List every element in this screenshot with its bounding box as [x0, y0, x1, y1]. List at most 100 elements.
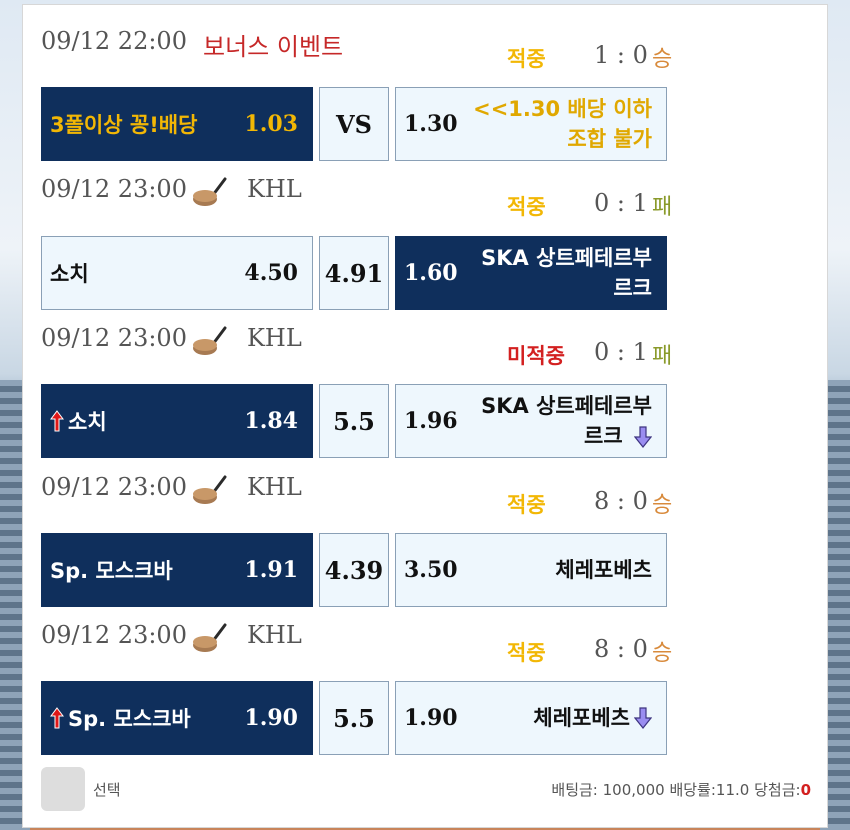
league-name: KHL	[247, 175, 302, 203]
away-team-line1: SKA 상트페테르부	[481, 394, 652, 418]
select-label: 선택	[93, 781, 121, 799]
home-team-name: 소치	[50, 262, 89, 286]
away-pick-button[interactable]: 3.50 체레포베츠	[395, 533, 667, 607]
hockey-stick-icon	[193, 623, 227, 652]
home-team-name: Sp. 모스크바	[50, 559, 173, 583]
home-odd: 4.50	[244, 260, 298, 286]
game-score: 8 : 0	[594, 487, 648, 515]
bonus-event-label: 보너스 이벤트	[203, 33, 344, 61]
away-team-name: 체레포베츠	[533, 706, 630, 730]
away-odd: 1.30	[404, 111, 458, 137]
purple-down-arrow-icon	[634, 707, 652, 729]
game-time: 09/12 23:00	[41, 621, 187, 649]
away-pick-button[interactable]: 1.90 체레포베츠	[395, 681, 667, 755]
draw-odd: 4.91	[324, 258, 384, 288]
home-odd: 1.03	[244, 111, 298, 137]
game-outcome: 승	[652, 641, 673, 666]
bet-row: 소치 1.84 5.5 1.96 SKA 상트페테르부 르크	[41, 384, 811, 462]
red-up-arrow-icon	[50, 707, 64, 729]
game-outcome: 패	[652, 344, 673, 369]
game-outcome: 승	[652, 493, 673, 518]
away-note-line1: <<1.30 배당 이하	[473, 97, 652, 121]
away-team-line2: 르크	[584, 424, 623, 448]
select-checkbox[interactable]	[41, 767, 85, 811]
hockey-stick-icon	[193, 475, 227, 504]
away-odd: 1.90	[404, 705, 458, 731]
home-pick-button[interactable]: Sp. 모스크바 1.90	[41, 681, 313, 755]
payout-value: 0	[800, 781, 811, 799]
game-outcome: 패	[652, 195, 673, 220]
home-odd: 1.90	[244, 705, 298, 731]
result-status: 미적중	[507, 344, 565, 368]
hockey-stick-icon	[193, 326, 227, 355]
away-team: 체레포베츠	[452, 682, 652, 754]
handicap-line: 5.5	[333, 703, 375, 733]
away-pick-button[interactable]: 1.96 SKA 상트페테르부 르크	[395, 384, 667, 458]
home-team-name: Sp. 모스크바	[68, 707, 191, 731]
game-header: 09/12 23:00 KHL 적중 8 : 0 승	[41, 621, 811, 666]
draw-pick-button[interactable]: 4.91	[319, 236, 389, 310]
bet-row: 3폴이상 꽁!배당 1.03 VS 1.30 <<1.30 배당 이하 조합 불…	[41, 87, 811, 165]
away-team-line1: SKA 상트페테르부	[481, 246, 652, 270]
result-status: 적중	[507, 641, 546, 665]
result-status: 적중	[507, 493, 546, 517]
vs-label: VS	[336, 109, 372, 139]
bet-row: Sp. 모스크바 1.90 5.5 1.90 체레포베츠	[41, 681, 811, 759]
game-score: 8 : 0	[594, 635, 648, 663]
result-status: 적중	[507, 195, 546, 219]
game-header: 09/12 22:00 보너스 이벤트 적중 1 : 0 승	[41, 27, 811, 72]
home-odd: 1.84	[244, 408, 298, 434]
home-team-name: 소치	[68, 410, 107, 434]
league-name: KHL	[247, 621, 302, 649]
handicap-value[interactable]: 5.5	[319, 384, 389, 458]
game-header: 09/12 23:00 KHL 미적중 0 : 1 패	[41, 324, 811, 369]
away-pick-button[interactable]: 1.60 SKA 상트페테르부 르크	[395, 236, 667, 310]
away-odd: 3.50	[404, 557, 458, 583]
game-outcome: 승	[652, 47, 673, 72]
away-odd: 1.96	[404, 408, 458, 434]
home-pick-button[interactable]: 소치 4.50	[41, 236, 313, 310]
league-name: KHL	[247, 473, 302, 501]
bet-amount: 배팅금: 100,000	[551, 781, 665, 799]
home-pick-button[interactable]: 3폴이상 꽁!배당 1.03	[41, 87, 313, 161]
away-note-line2: 조합 불가	[567, 127, 652, 151]
bet-summary: 배팅금: 100,000 배당률:11.0 당첨금:0	[551, 779, 811, 800]
away-team-name: SKA 상트페테르부 르크	[452, 237, 652, 303]
bet-row: Sp. 모스크바 1.91 4.39 3.50 체레포베츠	[41, 533, 811, 611]
away-team-name: 체레포베츠	[555, 558, 652, 582]
away-team-line2: 르크	[613, 276, 652, 300]
draw-odd: 4.39	[324, 555, 384, 585]
home-odd: 1.91	[244, 557, 298, 583]
red-up-arrow-icon	[50, 410, 64, 432]
home-team: 소치	[50, 385, 107, 457]
game-score: 0 : 1	[594, 338, 648, 366]
home-pick-button[interactable]: Sp. 모스크바 1.91	[41, 533, 313, 607]
game-time: 09/12 23:00	[41, 473, 187, 501]
hockey-stick-icon	[193, 177, 227, 206]
total-odds: 배당률:11.0	[669, 781, 750, 799]
away-odd: 1.60	[404, 260, 458, 286]
game-score: 1 : 0	[594, 41, 648, 69]
league-name: KHL	[247, 324, 302, 352]
away-pick-button[interactable]: 1.30 <<1.30 배당 이하 조합 불가	[395, 87, 667, 161]
home-pick-button[interactable]: 소치 1.84	[41, 384, 313, 458]
home-team-name: 3폴이상 꽁!배당	[50, 113, 198, 137]
game-time: 09/12 22:00	[41, 27, 187, 55]
game-header: 09/12 23:00 KHL 적중 0 : 1 패	[41, 175, 811, 220]
game-header: 09/12 23:00 KHL 적중 8 : 0 승	[41, 473, 811, 518]
result-status: 적중	[507, 47, 546, 71]
away-team-name: SKA 상트페테르부 르크	[452, 385, 652, 451]
bet-footer: 선택 배팅금: 100,000 배당률:11.0 당첨금:0	[41, 765, 811, 815]
game-time: 09/12 23:00	[41, 324, 187, 352]
away-note: <<1.30 배당 이하 조합 불가	[452, 88, 652, 154]
handicap-line: 5.5	[333, 406, 375, 436]
payout-label: 당첨금:	[754, 781, 801, 799]
purple-down-arrow-icon	[634, 426, 652, 448]
draw-pick-button[interactable]: 4.39	[319, 533, 389, 607]
game-score: 0 : 1	[594, 189, 648, 217]
game-time: 09/12 23:00	[41, 175, 187, 203]
home-team: Sp. 모스크바	[50, 682, 191, 754]
bet-slip-panel: 09/12 22:00 보너스 이벤트 적중 1 : 0 승 3폴이상 꽁!배당…	[22, 4, 828, 828]
handicap-value[interactable]: 5.5	[319, 681, 389, 755]
draw-pick-button[interactable]: VS	[319, 87, 389, 161]
